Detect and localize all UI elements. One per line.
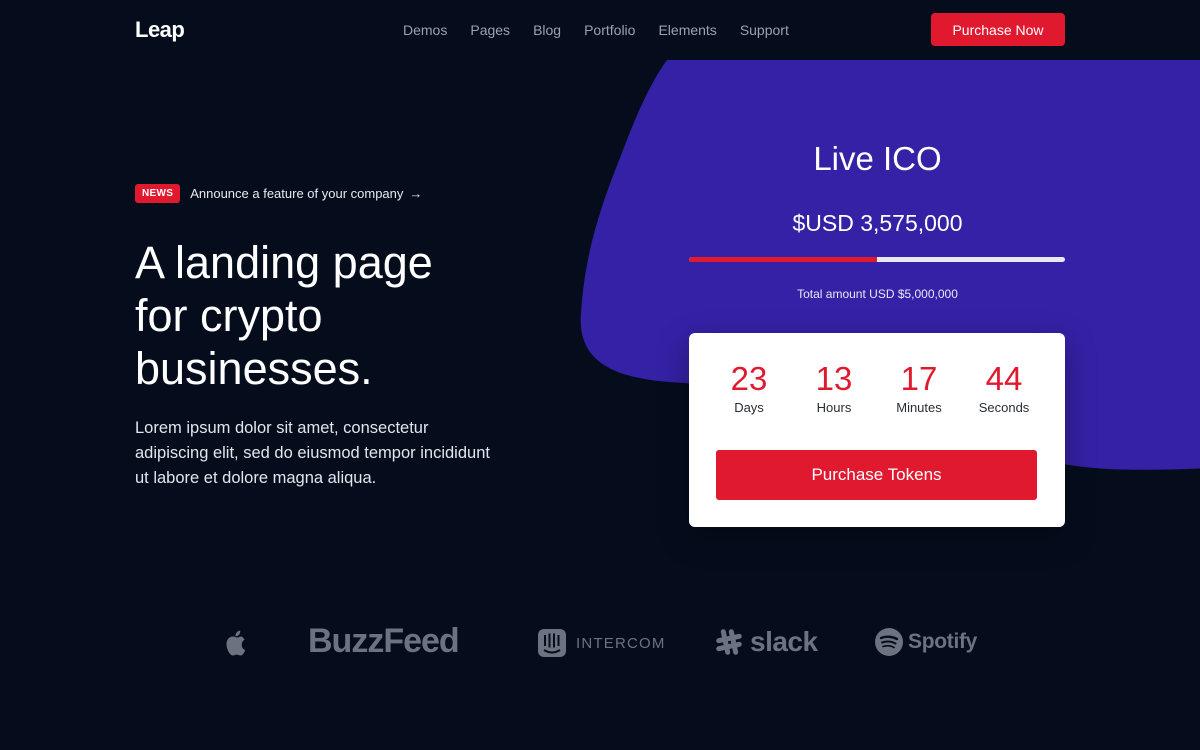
ico-total-amount: Total amount USD $5,000,000 [797, 287, 958, 301]
ico-progress-bar [689, 257, 1065, 262]
countdown-minutes-label: Minutes [896, 400, 942, 415]
countdown-hours-value: 13 [815, 360, 853, 397]
purchase-tokens-button[interactable]: Purchase Tokens [716, 450, 1037, 500]
headline-line-3: businesses. [135, 343, 373, 394]
partner-logos: BuzzFeed INTERCOM slack Spotify [0, 620, 1200, 670]
intercom-wordmark: INTERCOM [576, 634, 666, 652]
countdown-days: 23 Days [704, 360, 794, 416]
buzzfeed-logo: BuzzFeed [308, 622, 460, 660]
intercom-logo: INTERCOM [537, 628, 666, 658]
top-nav: Leap Demos Pages Blog Portfolio Elements… [0, 0, 1200, 60]
countdown-hours-label: Hours [816, 400, 852, 415]
spotify-wordmark: Spotify [908, 630, 978, 653]
brand-logo[interactable]: Leap [135, 17, 185, 43]
countdown-hours: 13 Hours [789, 360, 879, 416]
countdown-days-value: 23 [730, 360, 768, 397]
hero-lead: Lorem ipsum dolor sit amet, consectetur … [135, 419, 490, 487]
spotify-logo: Spotify [874, 627, 977, 657]
nav-item-support[interactable]: Support [740, 22, 789, 38]
slack-logo: slack [714, 626, 818, 658]
purchase-now-button[interactable]: Purchase Now [931, 13, 1065, 46]
ico-title: Live ICO [813, 140, 942, 177]
nav-item-blog[interactable]: Blog [533, 22, 561, 38]
nav-item-portfolio[interactable]: Portfolio [584, 22, 635, 38]
nav-item-elements[interactable]: Elements [658, 22, 716, 38]
ico-amount: $USD 3,575,000 [792, 210, 963, 236]
slack-wordmark: slack [750, 626, 818, 657]
intercom-icon [538, 629, 566, 657]
news-announcement[interactable]: NEWS Announce a feature of your company … [135, 184, 422, 203]
spotify-icon [875, 628, 903, 656]
countdown-card: 23 Days 13 Hours 17 Minutes 44 Seconds P… [689, 333, 1065, 527]
countdown-days-label: Days [734, 400, 764, 415]
countdown-seconds-label: Seconds [978, 400, 1030, 415]
nav-item-pages[interactable]: Pages [470, 22, 510, 38]
countdown-minutes: 17 Minutes [874, 360, 964, 416]
news-text: Announce a feature of your company [190, 186, 404, 201]
nav-item-demos[interactable]: Demos [403, 22, 447, 38]
ico-progress-fill [689, 257, 877, 262]
nav-menu: Demos Pages Blog Portfolio Elements Supp… [403, 22, 812, 38]
headline-line-2: for crypto [135, 290, 323, 341]
headline-line-1: A landing page [135, 237, 433, 288]
countdown-minutes-value: 17 [900, 360, 938, 397]
arrow-right-icon: → [409, 186, 423, 201]
apple-logo-icon [222, 628, 250, 660]
news-badge: NEWS [135, 184, 181, 203]
countdown-seconds: 44 Seconds [959, 360, 1049, 416]
hero-headline: A landing page for crypto businesses. [135, 236, 565, 395]
countdown-seconds-value: 44 [985, 360, 1023, 397]
slack-icon [716, 629, 742, 655]
